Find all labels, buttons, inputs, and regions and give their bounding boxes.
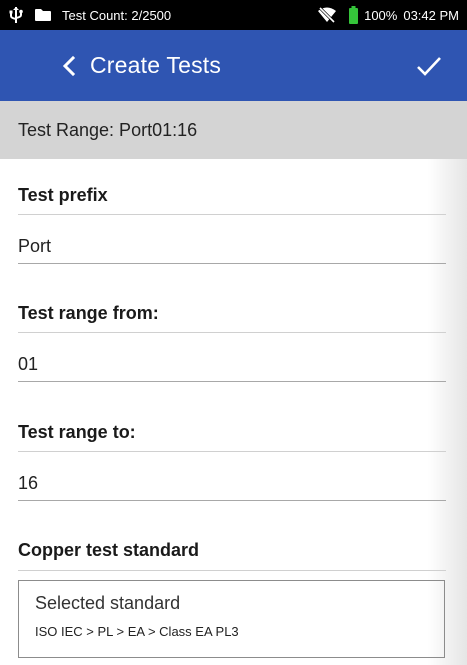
folder-icon (34, 8, 52, 22)
test-prefix-underline (18, 263, 446, 264)
test-count-text: Test Count: 2/2500 (62, 7, 172, 23)
range-to-underline (18, 500, 446, 501)
chevron-left-icon (62, 55, 76, 76)
range-from-label: Test range from: (18, 303, 159, 323)
app-bar: Create Tests (0, 30, 467, 101)
back-button[interactable] (44, 36, 94, 96)
page-title: Create Tests (90, 52, 222, 78)
copper-standard-label: Copper test standard (18, 540, 200, 560)
status-left: Test Count: 2/2500 (8, 6, 171, 24)
status-right: 100% 03:42 PM (317, 5, 459, 25)
divider (18, 332, 446, 333)
divider (18, 451, 446, 452)
confirm-button[interactable] (399, 36, 459, 96)
usb-icon (8, 6, 24, 24)
test-prefix-input[interactable] (18, 232, 446, 260)
divider (18, 570, 446, 571)
selected-standard-value: ISO IEC > PL > EA > Class EA PL3 (35, 624, 239, 639)
clock-time: 03:42 PM (403, 7, 459, 23)
divider (18, 214, 446, 215)
range-from-input[interactable] (18, 350, 446, 378)
test-range-text: Test Range: Port01:16 (18, 119, 198, 140)
test-range-header: Test Range: Port01:16 (0, 101, 467, 159)
battery-icon (349, 6, 359, 24)
test-prefix-label: Test prefix (18, 185, 108, 205)
status-bar: Test Count: 2/2500 100% 03:42 PM (0, 0, 467, 30)
copper-standard-selector[interactable]: Selected standard ISO IEC > PL > EA > Cl… (18, 580, 445, 658)
wifi-off-icon (317, 5, 337, 25)
range-to-label: Test range to: (18, 422, 136, 442)
selected-standard-title: Selected standard (35, 593, 181, 613)
check-icon (417, 56, 441, 76)
range-to-input[interactable] (18, 469, 446, 497)
form-content: Test prefix Test range from: Test range … (0, 159, 467, 665)
battery-percent: 100% (364, 7, 398, 23)
range-from-underline (18, 381, 446, 382)
